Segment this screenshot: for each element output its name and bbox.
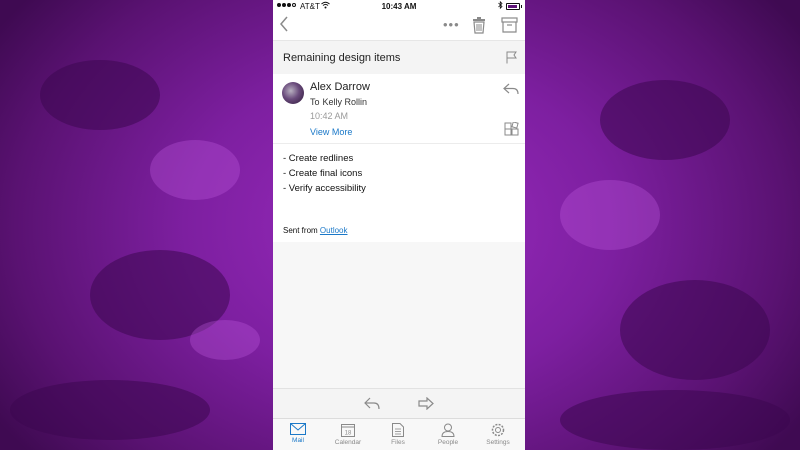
reply-icon[interactable]: [503, 82, 519, 100]
files-icon: [392, 423, 404, 437]
body-line: - Create redlines: [283, 153, 354, 164]
view-more-link[interactable]: View More: [310, 127, 352, 137]
tab-files[interactable]: Files: [373, 423, 423, 446]
tab-files-label: Files: [391, 439, 405, 446]
mail-icon: [290, 423, 306, 435]
calendar-badge: 18: [345, 431, 352, 437]
recipient-name[interactable]: Kelly Rollin: [323, 97, 368, 107]
gear-icon: [491, 423, 505, 437]
tab-calendar[interactable]: 18 Calendar: [323, 423, 373, 446]
message-toolbar: •••: [273, 13, 525, 40]
previous-message-icon[interactable]: [364, 397, 380, 415]
status-time: 10:43 AM: [381, 2, 417, 11]
more-icon[interactable]: •••: [443, 17, 460, 32]
message-navigation: [273, 388, 525, 419]
tab-people-label: People: [437, 439, 459, 446]
calendar-icon: 18: [341, 424, 355, 437]
message-time: 10:42 AM: [310, 111, 349, 121]
subject-bar: Remaining design items: [273, 40, 525, 75]
tab-mail-label: Mail: [292, 437, 304, 444]
sender-name[interactable]: Alex Darrow: [310, 81, 370, 93]
message-subject: Remaining design items: [283, 52, 401, 64]
people-icon: [441, 423, 455, 437]
forward-icon[interactable]: [418, 396, 434, 415]
status-bar: AT&T 10:43 AM: [273, 0, 525, 13]
recipient-line: To Kelly Rollin: [310, 97, 367, 107]
message-body: - Create redlines - Create final icons -…: [283, 151, 366, 196]
tab-settings[interactable]: Settings: [473, 423, 523, 446]
tab-bar: Mail 18 Calendar Files People Settings: [273, 418, 525, 450]
tab-mail[interactable]: Mail: [273, 423, 323, 444]
chevron-left-icon[interactable]: [279, 15, 289, 37]
flag-icon[interactable]: [506, 51, 517, 69]
header-divider: [273, 143, 525, 144]
add-ins-icon[interactable]: [504, 121, 519, 142]
phone-screen: AT&T 10:43 AM ••• Remaining design items…: [273, 0, 525, 450]
archive-icon[interactable]: [501, 17, 518, 38]
body-line: - Verify accessibility: [283, 183, 366, 194]
tab-people[interactable]: People: [423, 423, 473, 446]
signature: Sent from Outlook: [283, 226, 348, 235]
to-prefix: To: [310, 97, 320, 107]
trash-icon[interactable]: [472, 17, 486, 39]
outlook-link[interactable]: Outlook: [320, 226, 348, 235]
avatar[interactable]: [282, 82, 304, 104]
signature-prefix: Sent from: [283, 226, 318, 235]
tab-settings-label: Settings: [486, 439, 510, 446]
body-line: - Create final icons: [283, 168, 363, 179]
message-card: Alex Darrow To Kelly Rollin 10:42 AM View…: [273, 74, 525, 242]
battery-icon: [506, 3, 522, 10]
bluetooth-icon: [498, 0, 503, 11]
tab-calendar-label: Calendar: [334, 439, 362, 446]
